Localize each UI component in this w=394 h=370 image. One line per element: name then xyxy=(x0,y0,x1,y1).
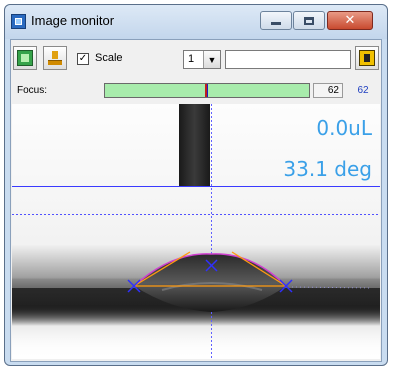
dropdown-arrow-icon: ▼ xyxy=(203,51,220,68)
close-icon: ✕ xyxy=(344,13,356,28)
image-monitor-window: Image monitor ✕ ✓ Scale 1 ▼ Focus: 62 62… xyxy=(4,4,388,366)
minimize-icon xyxy=(271,22,281,25)
window-title: Image monitor xyxy=(31,13,115,28)
focus-label: Focus: xyxy=(17,85,48,96)
toolbar: ✓ Scale 1 ▼ xyxy=(11,40,381,80)
floor-glow xyxy=(12,304,380,359)
maximize-icon xyxy=(304,16,314,25)
scale-checkbox[interactable]: ✓ xyxy=(77,53,89,65)
close-button[interactable]: ✕ xyxy=(327,11,373,30)
drop-image-svg xyxy=(12,104,380,359)
focus-value-box: 62 xyxy=(313,83,343,98)
capture-button[interactable] xyxy=(13,46,37,70)
needle xyxy=(179,104,210,186)
text-field[interactable] xyxy=(225,50,351,69)
tray-button[interactable] xyxy=(43,46,67,70)
minimize-button[interactable] xyxy=(260,11,292,30)
angle-readout: 33.1 deg xyxy=(283,157,372,181)
focus-value-text: 62 xyxy=(357,85,369,96)
focus-marker-blue xyxy=(207,84,208,97)
camera-image[interactable]: 0.0uL 33.1 deg xyxy=(12,104,380,359)
maximize-button[interactable] xyxy=(293,11,325,30)
client-area: ✓ Scale 1 ▼ Focus: 62 62 0.0uL 33.1 deg xyxy=(10,39,382,362)
scale-label: Scale xyxy=(95,52,123,64)
app-icon xyxy=(11,14,26,29)
exit-button[interactable] xyxy=(355,46,379,70)
chip-icon xyxy=(17,50,33,66)
focus-meter xyxy=(104,83,310,98)
select-value: 1 xyxy=(188,53,195,65)
exit-icon xyxy=(359,50,375,66)
focus-row: Focus: 62 62 xyxy=(11,81,381,101)
volume-readout: 0.0uL xyxy=(316,116,372,140)
channel-select[interactable]: 1 ▼ xyxy=(183,50,221,69)
title-bar[interactable]: Image monitor ✕ xyxy=(5,5,387,39)
tray-icon xyxy=(48,51,62,65)
